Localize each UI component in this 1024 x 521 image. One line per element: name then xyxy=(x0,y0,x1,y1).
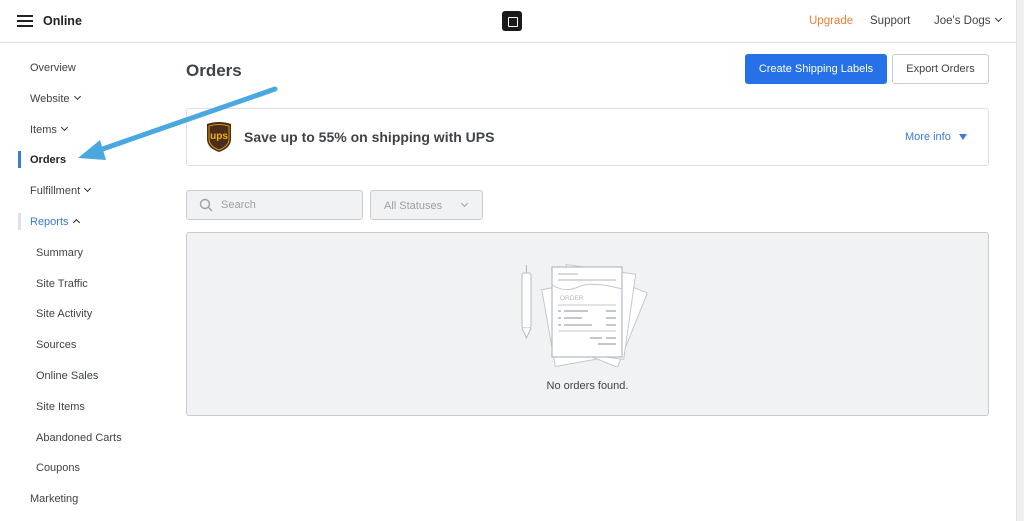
hamburger-menu-icon[interactable] xyxy=(17,14,33,28)
sidebar-item-summary[interactable]: Summary xyxy=(36,247,83,259)
sidebar-item-fulfillment[interactable]: Fulfillment xyxy=(30,184,92,197)
sidebar-item-site-items[interactable]: Site Items xyxy=(36,401,85,413)
account-name: Joe's Dogs xyxy=(934,15,991,27)
sidebar-item-reports[interactable]: Reports xyxy=(30,216,80,228)
status-filter-select[interactable]: All Statuses xyxy=(370,190,483,220)
orders-empty-state: ORDER No orders found. xyxy=(186,232,989,416)
sidebar-item-online-sales[interactable]: Online Sales xyxy=(36,370,98,382)
reports-indicator xyxy=(18,213,21,230)
svg-text:ups: ups xyxy=(210,131,228,142)
search-field[interactable] xyxy=(186,190,363,220)
sidebar-item-site-traffic[interactable]: Site Traffic xyxy=(36,278,88,290)
top-bar: Online Upgrade Support Joe's Dogs xyxy=(0,0,1016,43)
support-link[interactable]: Support xyxy=(870,15,910,27)
account-menu[interactable]: Joe's Dogs xyxy=(934,14,1002,27)
chevron-down-icon xyxy=(60,123,68,132)
search-icon xyxy=(199,198,213,212)
sidebar-item-website[interactable]: Website xyxy=(30,92,81,105)
square-logo-icon[interactable] xyxy=(502,11,522,31)
ups-promo-banner: ups Save up to 55% on shipping with UPS … xyxy=(186,108,989,166)
scrollbar[interactable] xyxy=(1016,0,1024,521)
sidebar-item-coupons[interactable]: Coupons xyxy=(36,462,80,474)
sidebar-item-orders[interactable]: Orders xyxy=(30,154,66,166)
sidebar-item-overview[interactable]: Overview xyxy=(30,62,76,74)
chevron-down-icon xyxy=(84,184,92,193)
chevron-down-icon xyxy=(460,199,469,208)
active-indicator xyxy=(18,151,21,168)
chevron-down-icon xyxy=(73,92,81,101)
chevron-up-icon xyxy=(72,218,80,227)
sidebar: Overview Website Items Orders Fulfillmen… xyxy=(0,44,170,521)
page-title: Orders xyxy=(186,61,242,80)
sidebar-item-items[interactable]: Items xyxy=(30,123,68,136)
more-info-link[interactable]: More info xyxy=(905,131,967,143)
sidebar-item-marketing[interactable]: Marketing xyxy=(30,493,78,505)
chevron-down-icon xyxy=(994,14,1002,23)
upgrade-link[interactable]: Upgrade xyxy=(809,15,853,27)
empty-orders-illustration-icon: ORDER xyxy=(521,263,649,367)
ups-logo-icon: ups xyxy=(207,122,231,152)
sidebar-item-abandoned-carts[interactable]: Abandoned Carts xyxy=(36,432,122,444)
status-filter-value: All Statuses xyxy=(384,200,443,212)
sidebar-item-site-activity[interactable]: Site Activity xyxy=(36,308,92,320)
app-title: Online xyxy=(43,14,82,28)
sidebar-item-sources[interactable]: Sources xyxy=(36,339,76,351)
svg-text:ORDER: ORDER xyxy=(560,295,584,302)
search-input[interactable] xyxy=(221,191,351,219)
empty-state-message: No orders found. xyxy=(546,380,629,392)
create-shipping-labels-button[interactable]: Create Shipping Labels xyxy=(745,54,887,84)
caret-down-icon xyxy=(958,134,967,140)
export-orders-button[interactable]: Export Orders xyxy=(892,54,989,84)
banner-text: Save up to 55% on shipping with UPS xyxy=(244,129,495,145)
